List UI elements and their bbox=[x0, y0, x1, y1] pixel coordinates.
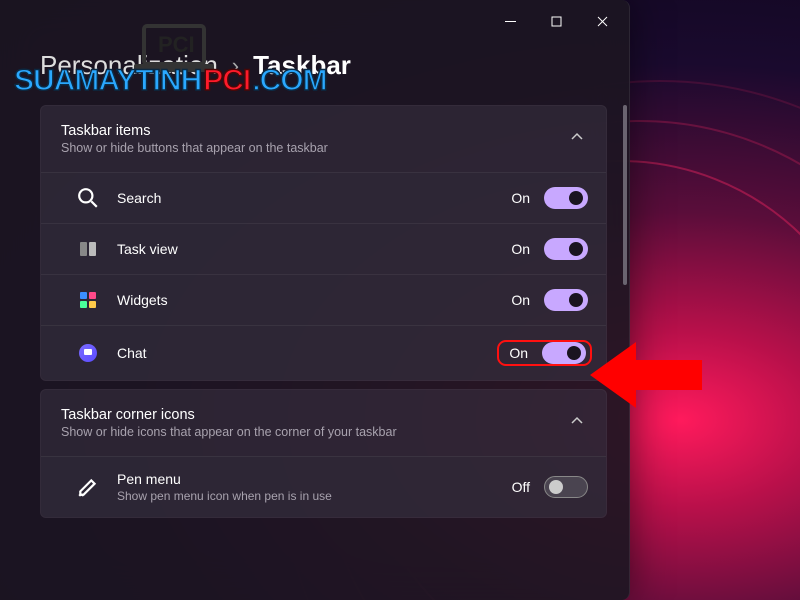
chevron-up-icon bbox=[570, 414, 584, 433]
row-task-view: Task view On bbox=[41, 223, 606, 274]
taskbar-items-header[interactable]: Taskbar items Show or hide buttons that … bbox=[41, 106, 606, 172]
widgets-icon bbox=[77, 289, 99, 311]
search-icon bbox=[77, 187, 99, 209]
toggle-status: On bbox=[509, 345, 528, 361]
toggle-status: On bbox=[511, 241, 530, 257]
minimize-button[interactable] bbox=[487, 5, 533, 37]
row-search: Search On bbox=[41, 172, 606, 223]
section-subtitle: Show or hide icons that appear on the co… bbox=[61, 425, 397, 439]
content-area: Taskbar items Show or hide buttons that … bbox=[0, 105, 629, 600]
section-title: Taskbar items bbox=[61, 123, 328, 139]
breadcrumb-parent[interactable]: Personalization bbox=[40, 50, 218, 81]
row-widgets: Widgets On bbox=[41, 274, 606, 325]
toggle-status: Off bbox=[512, 479, 530, 495]
chevron-right-icon: › bbox=[232, 53, 239, 79]
close-button[interactable] bbox=[579, 5, 625, 37]
chevron-up-icon bbox=[570, 130, 584, 149]
search-toggle[interactable] bbox=[544, 187, 588, 209]
maximize-button[interactable] bbox=[533, 5, 579, 37]
scrollbar[interactable] bbox=[623, 105, 627, 285]
task-view-icon bbox=[77, 238, 99, 260]
corner-icons-header[interactable]: Taskbar corner icons Show or hide icons … bbox=[41, 390, 606, 456]
breadcrumb: Personalization › Taskbar bbox=[0, 42, 629, 105]
task-view-toggle[interactable] bbox=[544, 238, 588, 260]
widgets-toggle[interactable] bbox=[544, 289, 588, 311]
chat-toggle[interactable] bbox=[542, 342, 586, 364]
row-label: Task view bbox=[117, 241, 511, 257]
row-label: Pen menu bbox=[117, 471, 512, 487]
taskbar-items-card: Taskbar items Show or hide buttons that … bbox=[40, 105, 607, 381]
row-label: Search bbox=[117, 190, 511, 206]
annotation-highlight: On bbox=[497, 340, 592, 366]
pen-menu-toggle[interactable] bbox=[544, 476, 588, 498]
page-title: Taskbar bbox=[253, 50, 351, 81]
section-title: Taskbar corner icons bbox=[61, 407, 397, 423]
window-titlebar bbox=[0, 0, 629, 42]
corner-icons-card: Taskbar corner icons Show or hide icons … bbox=[40, 389, 607, 518]
row-pen-menu: Pen menu Show pen menu icon when pen is … bbox=[41, 456, 606, 517]
row-label: Chat bbox=[117, 345, 497, 361]
chat-icon bbox=[77, 342, 99, 364]
toggle-status: On bbox=[511, 190, 530, 206]
toggle-status: On bbox=[511, 292, 530, 308]
row-sublabel: Show pen menu icon when pen is in use bbox=[117, 489, 512, 503]
row-chat: Chat On bbox=[41, 325, 606, 380]
section-subtitle: Show or hide buttons that appear on the … bbox=[61, 141, 328, 155]
pen-icon bbox=[77, 476, 99, 498]
row-label: Widgets bbox=[117, 292, 511, 308]
settings-window: Personalization › Taskbar Taskbar items … bbox=[0, 0, 630, 600]
